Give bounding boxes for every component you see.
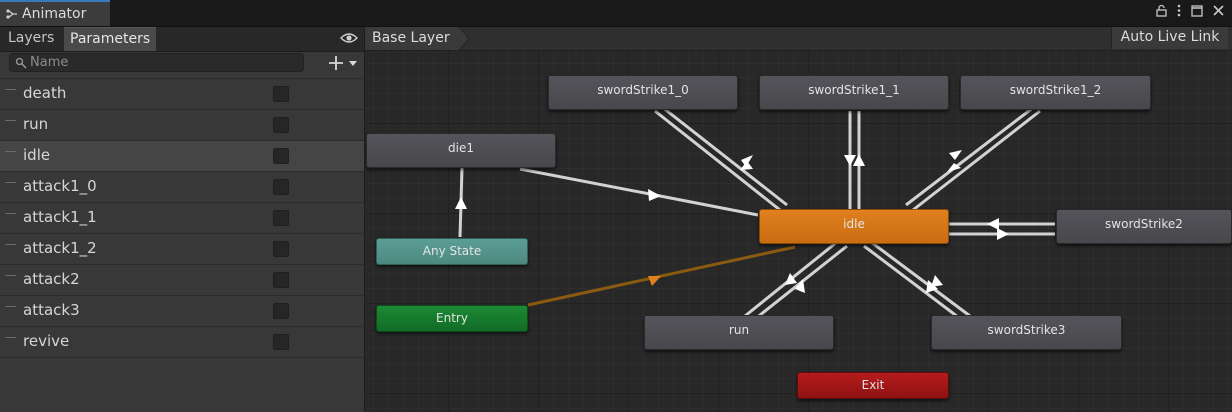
parameter-checkbox[interactable] bbox=[273, 241, 289, 257]
parameter-checkbox[interactable] bbox=[273, 272, 289, 288]
close-icon[interactable] bbox=[1213, 5, 1224, 16]
parameter-row[interactable]: attack1_1 bbox=[0, 203, 364, 234]
state-swordstrike1_0[interactable]: swordStrike1_0 bbox=[548, 75, 738, 110]
parameter-row[interactable]: attack1_0 bbox=[0, 172, 364, 203]
parameter-row[interactable]: death bbox=[0, 79, 364, 110]
parameter-name[interactable]: revive bbox=[23, 332, 69, 350]
transition-idle-swordstrike1_2 bbox=[905, 105, 1035, 207]
breadcrumb-base-layer[interactable]: Base Layer bbox=[365, 27, 459, 50]
transition-swordstrike3-idle bbox=[870, 240, 971, 318]
parameter-name[interactable]: attack1_1 bbox=[23, 208, 97, 226]
parameter-name[interactable]: attack1_0 bbox=[23, 177, 97, 195]
parameter-row[interactable]: run bbox=[0, 110, 364, 141]
lock-icon[interactable] bbox=[1156, 4, 1167, 17]
window-titlebar: Animator bbox=[0, 0, 1232, 27]
state-idle[interactable]: idle bbox=[759, 209, 949, 244]
parameter-name[interactable]: attack2 bbox=[23, 270, 80, 288]
tab-layers[interactable]: Layers bbox=[2, 27, 62, 51]
arrow-head bbox=[997, 228, 1009, 240]
parameter-row[interactable]: attack2 bbox=[0, 265, 364, 296]
arrow-head bbox=[740, 161, 753, 170]
parameter-checkbox[interactable] bbox=[273, 334, 289, 350]
graph-header: Base Layer Auto Live Link bbox=[365, 27, 1232, 51]
plus-icon bbox=[329, 56, 343, 70]
state-run[interactable]: run bbox=[644, 315, 834, 350]
tab-animator-label: Animator bbox=[22, 6, 87, 22]
arrow-head bbox=[949, 150, 962, 160]
parameter-checkbox[interactable] bbox=[273, 303, 289, 319]
drag-handle-icon[interactable] bbox=[5, 213, 16, 214]
transition-entry-idle bbox=[527, 245, 796, 307]
parameter-name[interactable]: idle bbox=[23, 146, 50, 164]
state-exit[interactable]: Exit bbox=[797, 372, 949, 399]
panel-tabs: Layers Parameters bbox=[0, 27, 364, 52]
drag-handle-icon[interactable] bbox=[5, 120, 16, 121]
search-icon bbox=[15, 57, 27, 69]
parameter-list: death run idle attack1_0 attack1_1 attac… bbox=[0, 79, 364, 358]
search-input[interactable] bbox=[30, 54, 290, 71]
parameter-checkbox[interactable] bbox=[273, 117, 289, 133]
arrow-head bbox=[455, 197, 467, 209]
auto-live-link-button[interactable]: Auto Live Link bbox=[1111, 27, 1228, 49]
transition-swordstrike1_2-idle bbox=[912, 109, 1041, 212]
transition-swordstrike1_0-idle bbox=[654, 109, 781, 212]
eye-icon[interactable] bbox=[340, 31, 358, 45]
state-swordstrike1_1[interactable]: swordStrike1_1 bbox=[759, 75, 949, 110]
drag-handle-icon[interactable] bbox=[5, 337, 16, 338]
search-row bbox=[0, 52, 364, 79]
tab-parameters[interactable]: Parameters bbox=[64, 27, 156, 51]
drag-handle-icon[interactable] bbox=[5, 151, 16, 152]
parameter-name[interactable]: death bbox=[23, 84, 66, 102]
add-parameter-button[interactable] bbox=[328, 52, 362, 74]
drag-handle-icon[interactable] bbox=[5, 244, 16, 245]
window-controls bbox=[1156, 4, 1224, 17]
drag-handle-icon[interactable] bbox=[5, 182, 16, 183]
arrow-head bbox=[648, 276, 661, 286]
kebab-menu-icon[interactable] bbox=[1177, 4, 1181, 17]
state-swordstrike2[interactable]: swordStrike2 bbox=[1056, 209, 1232, 244]
parameter-checkbox[interactable] bbox=[273, 86, 289, 102]
state-entry[interactable]: Entry bbox=[376, 305, 528, 332]
parameter-name[interactable]: attack1_2 bbox=[23, 239, 97, 257]
parameter-row[interactable]: attack3 bbox=[0, 296, 364, 327]
animator-icon bbox=[6, 9, 17, 19]
transition-die1-idle bbox=[519, 167, 759, 217]
parameter-checkbox[interactable] bbox=[273, 148, 289, 164]
transition-idle-swordstrike3 bbox=[863, 244, 963, 322]
state-swordstrike1_2[interactable]: swordStrike1_2 bbox=[960, 75, 1151, 110]
parameter-checkbox[interactable] bbox=[273, 179, 289, 195]
search-box[interactable] bbox=[9, 53, 304, 72]
parameter-row[interactable]: attack1_2 bbox=[0, 234, 364, 265]
state-die1[interactable]: die1 bbox=[366, 133, 556, 168]
state-swordstrike3[interactable]: swordStrike3 bbox=[931, 315, 1122, 350]
drag-handle-icon[interactable] bbox=[5, 275, 16, 276]
maximize-icon[interactable] bbox=[1191, 4, 1203, 17]
parameter-name[interactable]: attack3 bbox=[23, 301, 80, 319]
tab-animator[interactable]: Animator bbox=[0, 0, 110, 26]
parameters-panel: Layers Parameters death bbox=[0, 27, 365, 412]
arrow-head bbox=[648, 189, 661, 201]
drag-handle-icon[interactable] bbox=[5, 306, 16, 307]
parameter-row[interactable]: idle bbox=[0, 141, 364, 172]
state-any-state[interactable]: Any State bbox=[376, 238, 528, 265]
drag-handle-icon[interactable] bbox=[5, 89, 16, 90]
chevron-down-icon bbox=[349, 61, 357, 66]
breadcrumb-chevron-icon bbox=[459, 27, 470, 50]
parameter-name[interactable]: run bbox=[23, 115, 48, 133]
state-machine-graph[interactable]: Base Layer Auto Live Link swordStrike1_0… bbox=[365, 27, 1232, 412]
parameter-checkbox[interactable] bbox=[273, 210, 289, 226]
parameter-row[interactable]: revive bbox=[0, 327, 364, 358]
transition-idle-swordstrike1_0 bbox=[661, 105, 788, 207]
